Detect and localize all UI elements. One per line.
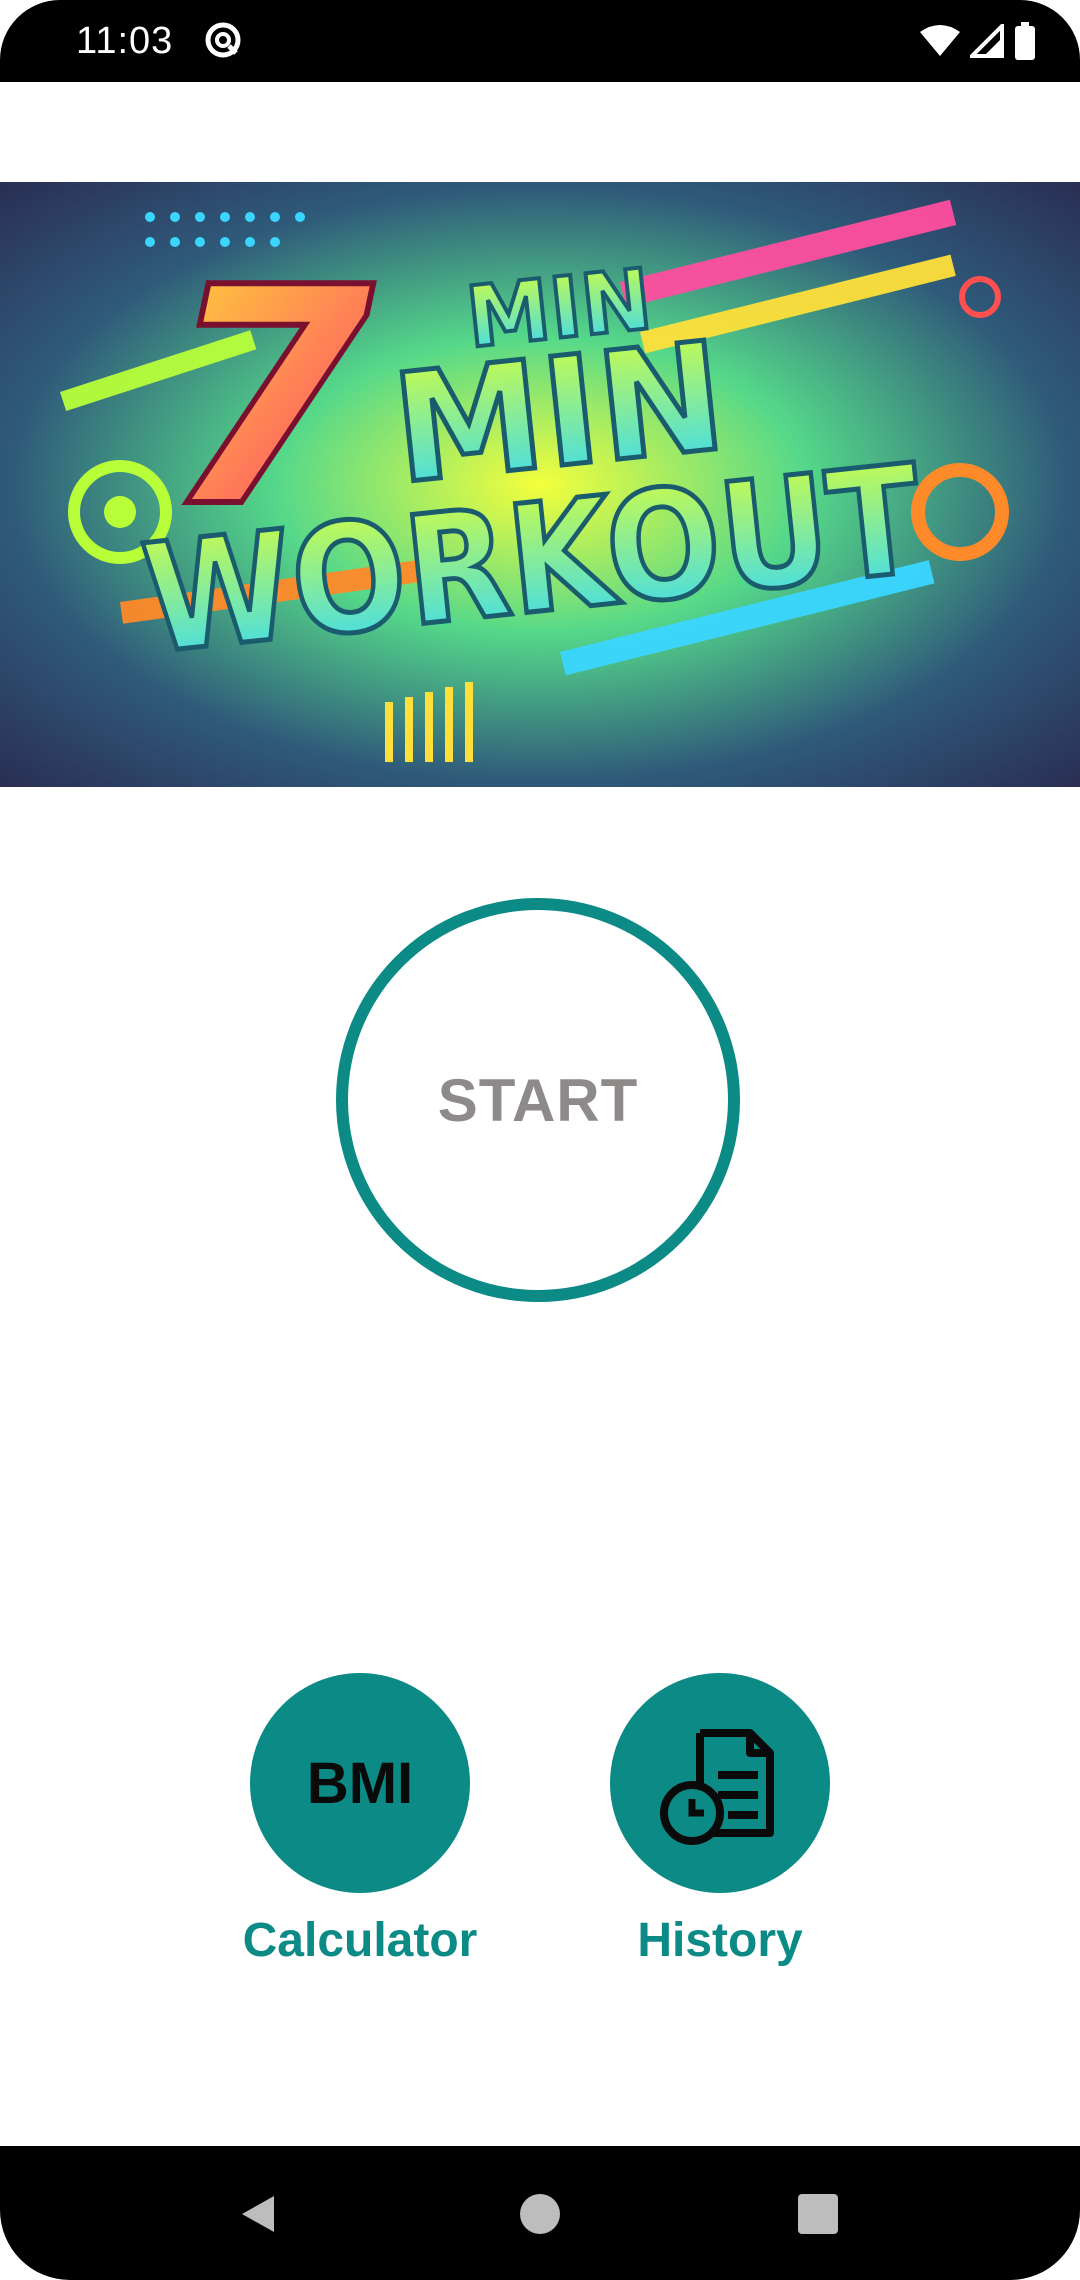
history-label: History — [637, 1914, 803, 1967]
back-icon[interactable] — [236, 2192, 280, 2236]
history-button[interactable]: History — [600, 1673, 840, 1968]
home-icon[interactable] — [518, 2192, 562, 2236]
recents-icon[interactable] — [796, 2192, 840, 2236]
battery-icon — [1014, 22, 1036, 65]
status-time: 11:03 — [76, 20, 174, 62]
history-document-clock-icon — [660, 1729, 774, 1845]
bmi-icon[interactable]: BMI — [250, 1673, 470, 1893]
start-button[interactable]: START — [336, 898, 740, 1302]
status-bar: 11:03 — [0, 0, 1080, 82]
bmi-calculator-button[interactable]: BMI Calculator — [240, 1673, 480, 1968]
bmi-calculator-label: Calculator — [242, 1914, 478, 1967]
navigation-bar — [0, 2146, 1080, 2280]
history-icon-circle[interactable] — [610, 1673, 830, 1893]
at-sign-icon — [203, 20, 243, 60]
start-label: START — [437, 1066, 639, 1134]
workout-banner-image: 7 MIN MIN WORKOUT — [0, 182, 1080, 787]
bmi-icon-text: BMI — [306, 1750, 414, 1816]
wifi-icon — [920, 24, 960, 63]
signal-icon — [967, 21, 1004, 63]
